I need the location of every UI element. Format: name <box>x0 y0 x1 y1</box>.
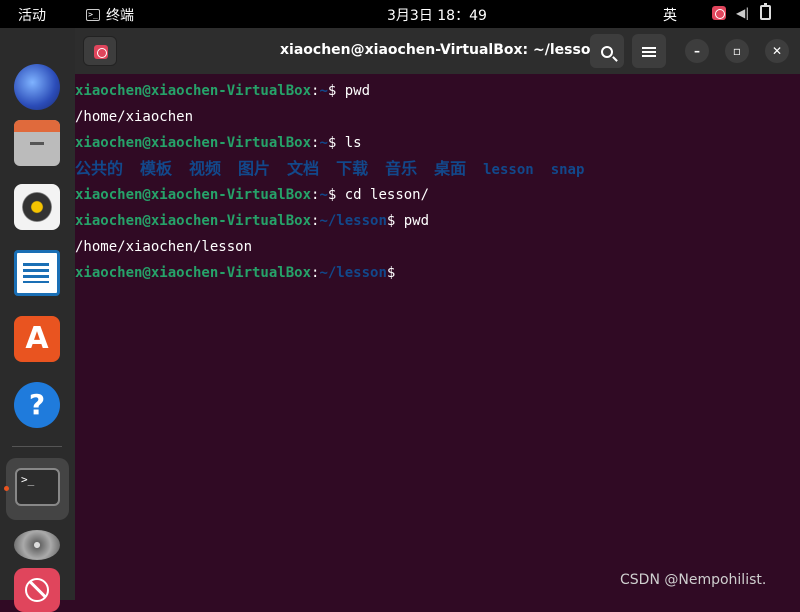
command-text: $ pwd <box>386 213 430 229</box>
prompt-line: xiaochen@xiaochen-VirtualBox:~$ pwd <box>75 78 800 104</box>
app-menu-label: 终端 <box>106 8 134 24</box>
watermark: CSDN @Nempohilist. <box>620 572 767 588</box>
terminal-window[interactable]: xiaochen@xiaochen-VirtualBox: ~/lesson –… <box>75 28 800 600</box>
command-text: $ <box>386 265 404 281</box>
app-menu[interactable]: >_ 终端 <box>86 5 134 25</box>
directory-entry: 下载 <box>336 159 369 178</box>
window-title: xiaochen@xiaochen-VirtualBox: ~/lesson <box>280 42 601 58</box>
directory-entry: 桌面 <box>434 159 467 178</box>
prompt-user: xiaochen@xiaochen-VirtualBox <box>75 135 312 151</box>
system-tray[interactable]: ◀| <box>712 3 771 20</box>
prompt-line: xiaochen@xiaochen-VirtualBox:~/lesson$ p… <box>75 208 800 234</box>
prompt-line: xiaochen@xiaochen-VirtualBox:~/lesson$ <box>75 260 800 286</box>
prompt-path: ~/lesson <box>319 213 387 229</box>
files-icon[interactable] <box>14 120 60 166</box>
prompt-path: ~ <box>319 83 328 99</box>
prompt-path: ~ <box>319 187 328 203</box>
terminal-output[interactable]: xiaochen@xiaochen-VirtualBox:~$ pwd/home… <box>75 78 800 286</box>
directory-entry: 图片 <box>238 159 271 178</box>
maximize-button[interactable]: ▫ <box>725 39 749 63</box>
rhythmbox-icon[interactable] <box>14 184 60 230</box>
ubuntu-software-icon[interactable]: A <box>14 316 60 362</box>
command-text: $ ls <box>327 135 362 151</box>
ls-output: 公共的 模板 视频 图片 文档 下载 音乐 桌面 lesson snap <box>75 156 800 182</box>
top-bar: 活动 >_ 终端 3月3日 18：49 英 ◀| <box>0 0 800 28</box>
prompt-user: xiaochen@xiaochen-VirtualBox <box>75 187 312 203</box>
prompt-line: xiaochen@xiaochen-VirtualBox:~$ ls <box>75 130 800 156</box>
help-icon[interactable]: ? <box>14 382 60 428</box>
prompt-user: xiaochen@xiaochen-VirtualBox <box>75 83 312 99</box>
command-text: $ cd lesson/ <box>327 187 430 203</box>
directory-entry: snap <box>550 162 585 178</box>
battery-icon[interactable] <box>760 3 771 20</box>
directory-entry: 视频 <box>189 159 222 178</box>
directory-entry: 公共的 <box>75 159 124 178</box>
terminal-app-icon: >_ <box>86 9 100 21</box>
title-bar[interactable]: xiaochen@xiaochen-VirtualBox: ~/lesson –… <box>75 28 800 74</box>
minimize-button[interactable]: – <box>685 39 709 63</box>
prompt-path: ~ <box>319 135 328 151</box>
dock-separator <box>12 446 62 447</box>
directory-entry: 模板 <box>140 159 173 178</box>
command-text: $ pwd <box>327 83 371 99</box>
output-line: /home/xiaochen <box>75 109 194 125</box>
screen-record-icon[interactable] <box>712 5 726 20</box>
clock[interactable]: 3月3日 18：49 <box>387 5 487 25</box>
new-tab-button[interactable] <box>83 36 117 66</box>
terminal-icon[interactable]: >_ <box>15 468 60 506</box>
close-button[interactable]: ✕ <box>765 39 789 63</box>
menu-icon <box>642 47 656 57</box>
volume-icon[interactable]: ◀| <box>736 6 750 20</box>
activities-button[interactable]: 活动 <box>18 5 46 25</box>
hamburger-menu-button[interactable] <box>632 34 666 68</box>
search-icon <box>601 46 613 58</box>
dock: A ? >_ <box>0 28 75 612</box>
blocked-app-icon[interactable] <box>14 568 60 612</box>
search-button[interactable] <box>590 34 624 68</box>
prompt-user: xiaochen@xiaochen-VirtualBox <box>75 213 312 229</box>
libreoffice-writer-icon[interactable] <box>14 250 60 296</box>
directory-entry: lesson <box>483 162 534 178</box>
disc-icon[interactable] <box>14 530 60 560</box>
prompt-line: xiaochen@xiaochen-VirtualBox:~$ cd lesso… <box>75 182 800 208</box>
output-line: /home/xiaochen/lesson <box>75 239 253 255</box>
directory-entry: 文档 <box>287 159 320 178</box>
record-icon <box>94 45 108 59</box>
thunderbird-icon[interactable] <box>14 64 60 110</box>
prompt-path: ~/lesson <box>319 265 387 281</box>
running-indicator <box>4 486 9 491</box>
directory-entry: 音乐 <box>385 159 418 178</box>
input-method-indicator[interactable]: 英 <box>663 5 677 25</box>
prompt-user: xiaochen@xiaochen-VirtualBox <box>75 265 312 281</box>
